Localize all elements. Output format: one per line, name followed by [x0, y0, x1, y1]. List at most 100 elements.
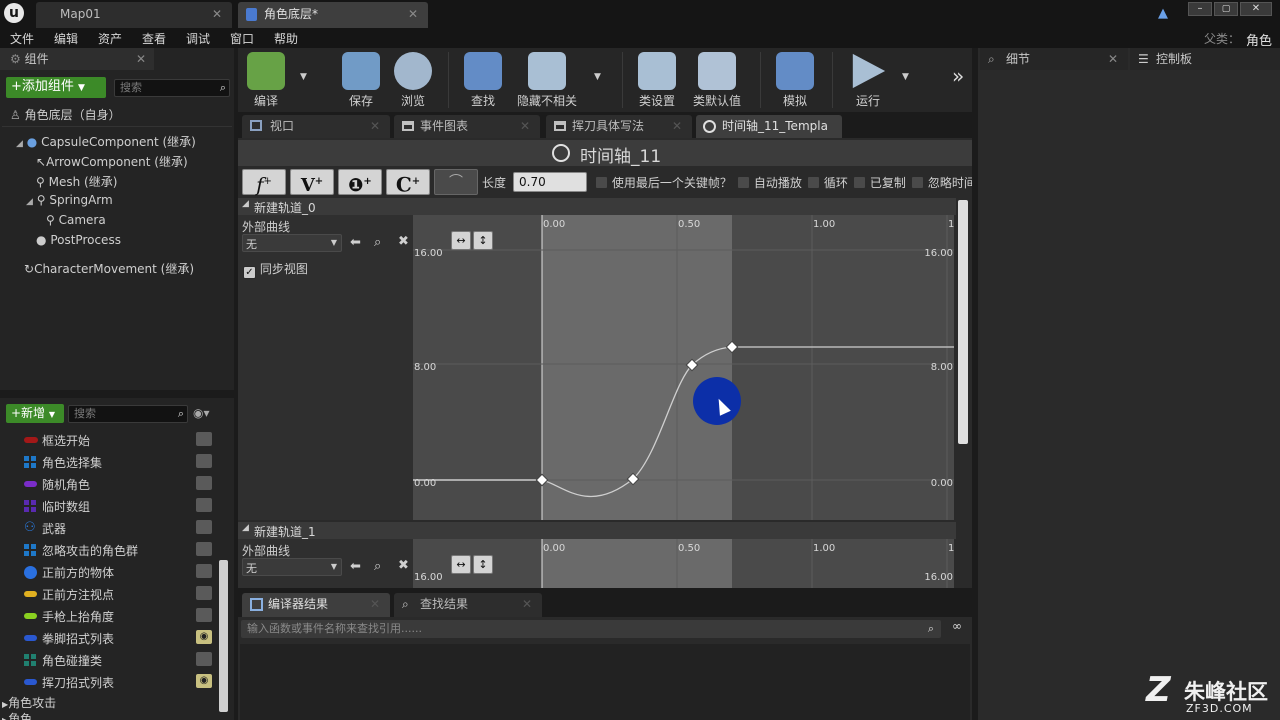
sync-view-checkbox[interactable]: ✓: [243, 266, 256, 279]
menu-asset[interactable]: 资产: [98, 30, 122, 47]
close-icon[interactable]: ✕: [672, 115, 682, 137]
ignore-time-dilation-checkbox[interactable]: [911, 176, 924, 189]
tab-blueprint[interactable]: 角色底层* ✕: [238, 2, 428, 28]
tree-item-charmovement[interactable]: ↻CharacterMovement (继承): [24, 260, 194, 277]
variable-item[interactable]: 正前方的物体: [0, 561, 218, 583]
visibility-eye-icon[interactable]: [196, 432, 212, 446]
tab-slash-graph[interactable]: 挥刀具体写法 ✕: [546, 115, 692, 138]
variable-item[interactable]: 手枪上抬角度: [0, 605, 218, 627]
component-search-input[interactable]: 搜索 ⌕: [114, 79, 230, 97]
fit-vertical-button[interactable]: ↕: [473, 231, 493, 250]
component-root[interactable]: ♙ 角色底层（自身）: [10, 106, 121, 123]
tab-event-graph[interactable]: 事件图表 ✕: [394, 115, 540, 138]
toolbar-play-button[interactable]: 运行: [842, 50, 894, 110]
tab-compiler-results[interactable]: 编译器结果 ✕: [242, 593, 390, 617]
visibility-eye-icon[interactable]: [196, 498, 212, 512]
browse-curve-icon[interactable]: ⌕: [374, 235, 381, 250]
visibility-eye-icon[interactable]: [196, 564, 212, 578]
visibility-eye-icon[interactable]: [196, 586, 212, 600]
tab-palette[interactable]: ☰ 控制板: [1130, 48, 1280, 70]
menu-debug[interactable]: 调试: [186, 30, 210, 47]
variable-item[interactable]: 正前方注视点: [0, 583, 218, 605]
replicated-option[interactable]: 已复制: [853, 174, 906, 191]
use-selected-curve-icon[interactable]: ⬅: [350, 559, 361, 574]
browse-curve-icon[interactable]: ⌕: [374, 559, 381, 574]
view-options-eye-icon[interactable]: ◉▾: [193, 406, 210, 420]
track-1-header[interactable]: ◢ 新建轨道_1: [238, 522, 956, 539]
add-curve-asset-button[interactable]: ⌒: [434, 169, 478, 195]
compile-options-arrow[interactable]: ▼: [300, 72, 307, 82]
tree-item-postprocess[interactable]: ● PostProcess: [36, 233, 121, 247]
minimize-button[interactable]: –: [1188, 2, 1212, 16]
menu-edit[interactable]: 编辑: [54, 30, 78, 47]
track-0-header[interactable]: ◢ 新建轨道_0: [238, 198, 956, 215]
length-input[interactable]: 0.70: [513, 172, 587, 192]
variable-item[interactable]: 角色选择集: [0, 451, 218, 473]
visibility-eye-icon[interactable]: [196, 608, 212, 622]
expand-arrow-icon[interactable]: ◢: [16, 139, 23, 149]
fit-vertical-button[interactable]: ↕: [473, 555, 493, 574]
external-curve-dropdown[interactable]: 无 ▼: [242, 558, 342, 576]
add-color-track-button[interactable]: C+: [386, 169, 430, 197]
visibility-eye-icon[interactable]: [196, 454, 212, 468]
autoplay-checkbox[interactable]: [737, 176, 750, 189]
unreal-logo-icon[interactable]: u: [4, 3, 24, 23]
visibility-eye-icon[interactable]: ◉: [196, 674, 212, 688]
add-event-track-button[interactable]: ❶+: [338, 169, 382, 196]
tab-map01[interactable]: Map01 ✕: [36, 2, 232, 28]
tree-item-camera[interactable]: ⚲ Camera: [46, 213, 106, 227]
play-options-arrow[interactable]: ▼: [902, 72, 909, 82]
toolbar-save-button[interactable]: 保存: [338, 50, 384, 110]
visibility-eye-icon[interactable]: [196, 476, 212, 490]
menu-help[interactable]: 帮助: [274, 30, 298, 47]
fit-horizontal-button[interactable]: ↔: [451, 231, 471, 250]
add-float-track-button[interactable]: f+: [242, 169, 286, 197]
find-references-input[interactable]: 输入函数或事件名称来查找引用...... ⌕: [241, 620, 941, 638]
menu-file[interactable]: 文件: [10, 30, 34, 47]
close-icon[interactable]: ✕: [1108, 48, 1118, 70]
visibility-eye-icon[interactable]: [196, 542, 212, 556]
use-last-keyframe-option[interactable]: 使用最后一个关键帧？: [595, 174, 732, 191]
tree-item-mesh[interactable]: ⚲ Mesh (继承): [36, 173, 117, 190]
clear-curve-icon[interactable]: ✖: [398, 234, 409, 249]
graduation-cap-icon[interactable]: ▲: [1158, 6, 1176, 21]
tab-viewport[interactable]: 视口 ✕: [242, 115, 390, 138]
variable-item[interactable]: 挥刀招式列表 ◉: [0, 671, 218, 693]
fit-horizontal-button[interactable]: ↔: [451, 555, 471, 574]
track-1-curve-graph[interactable]: 0.00 0.50 1.00 1 16.00 16.00: [413, 539, 954, 588]
toolbar-find-button[interactable]: 查找: [458, 50, 508, 110]
maximize-button[interactable]: ▢: [1214, 2, 1238, 16]
visibility-eye-icon[interactable]: ◉: [196, 630, 212, 644]
ignore-time-dilation-option[interactable]: 忽略时间: [911, 174, 972, 191]
replicated-checkbox[interactable]: [853, 176, 866, 189]
external-curve-dropdown[interactable]: 无 ▼: [242, 234, 342, 252]
close-icon[interactable]: ✕: [522, 593, 532, 615]
hide-options-arrow[interactable]: ▼: [594, 72, 601, 82]
add-vector-track-button[interactable]: V+: [290, 169, 334, 196]
expand-arrow-icon[interactable]: ◢: [26, 197, 33, 207]
category-character[interactable]: ▶角色: [2, 710, 32, 720]
visibility-eye-icon[interactable]: [196, 520, 212, 534]
variable-item[interactable]: 忽略攻击的角色群: [0, 539, 218, 561]
loop-checkbox[interactable]: [807, 176, 820, 189]
collapse-arrow-icon[interactable]: ◢: [242, 199, 249, 209]
variable-item[interactable]: 临时数组: [0, 495, 218, 517]
add-new-button[interactable]: +新增 ▼: [6, 404, 64, 423]
menu-window[interactable]: 窗口: [230, 30, 254, 47]
close-icon[interactable]: ✕: [212, 2, 222, 26]
close-window-button[interactable]: ✕: [1240, 2, 1272, 16]
toolbar-hide-unrelated-button[interactable]: 隐藏不相关: [512, 50, 582, 110]
tree-item-springarm[interactable]: ◢ ⚲ SpringArm: [26, 193, 113, 207]
track-0-curve-graph[interactable]: 0.00 0.50 1.00 1 16.00 16.00 8.00 8.00 0.00 0.00: [413, 215, 954, 520]
tree-item-arrow[interactable]: ↖ArrowComponent (继承): [36, 153, 188, 170]
variable-item[interactable]: 角色碰撞类: [0, 649, 218, 671]
variable-item[interactable]: 拳脚招式列表 ◉: [0, 627, 218, 649]
toolbar-browse-button[interactable]: 浏览: [390, 50, 436, 110]
toolbar-overflow-icon[interactable]: »: [952, 64, 964, 88]
menu-view[interactable]: 查看: [142, 30, 166, 47]
close-icon[interactable]: ✕: [370, 593, 380, 615]
parent-class-value[interactable]: 角色: [1246, 30, 1272, 49]
toolbar-simulate-button[interactable]: 模拟: [772, 50, 818, 110]
tab-details[interactable]: ⌕ 细节 ✕: [980, 48, 1128, 70]
tracks-scrollbar[interactable]: [958, 200, 968, 444]
